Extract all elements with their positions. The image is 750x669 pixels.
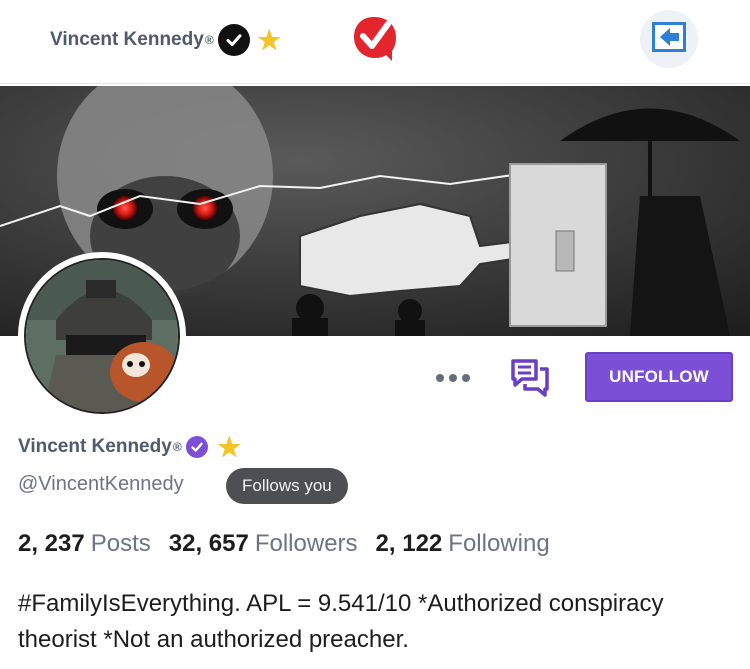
verified-check-icon: [217, 24, 250, 56]
star-icon: ★: [257, 25, 281, 55]
unfollow-button[interactable]: UNFOLLOW: [585, 352, 733, 402]
back-arrow-icon: [652, 21, 686, 57]
more-dot: [449, 374, 457, 382]
more-options-button[interactable]: [436, 366, 470, 390]
stat-label: Followers: [254, 530, 358, 557]
registered-mark: ®: [172, 440, 182, 454]
stat-label: Posts: [90, 530, 151, 557]
registered-mark: ®: [204, 33, 214, 47]
more-dot: [462, 374, 470, 382]
message-icon: [510, 359, 550, 401]
top-bar: Vincent Kennedy ® ★: [0, 0, 750, 84]
star-icon: ★: [217, 432, 241, 462]
stat-following[interactable]: 2, 122 Following: [376, 530, 550, 558]
avatar-image: [24, 258, 180, 414]
stat-value: 32, 657: [168, 530, 249, 557]
stat-label: Following: [448, 530, 550, 557]
follows-you-badge: Follows you: [226, 468, 348, 504]
profile-stats: 2, 237 Posts 32, 657 Followers 2, 122 Follo…: [18, 530, 550, 558]
stat-posts[interactable]: 2, 237 Posts: [18, 530, 151, 558]
profile-bio: #FamilyIsEverything. APL = 9.541/10 *Aut…: [18, 590, 664, 653]
profile-name: Vincent Kennedy ® ★: [18, 434, 241, 460]
header-user[interactable]: Vincent Kennedy ® ★: [50, 24, 281, 56]
stat-value: 2, 122: [375, 530, 443, 557]
app-logo-icon[interactable]: [352, 14, 398, 62]
verified-check-icon: [185, 436, 208, 458]
back-button[interactable]: [640, 10, 698, 68]
more-dots-icon: [436, 374, 444, 382]
profile-display-name: Vincent Kennedy: [18, 436, 172, 457]
stat-followers[interactable]: 32, 657 Followers: [169, 530, 358, 558]
header-display-name: Vincent Kennedy: [50, 29, 204, 50]
message-button[interactable]: [510, 357, 550, 397]
profile-handle: @VincentKennedy: [18, 473, 184, 495]
stat-value: 2, 237: [18, 530, 85, 557]
avatar[interactable]: [18, 252, 186, 420]
